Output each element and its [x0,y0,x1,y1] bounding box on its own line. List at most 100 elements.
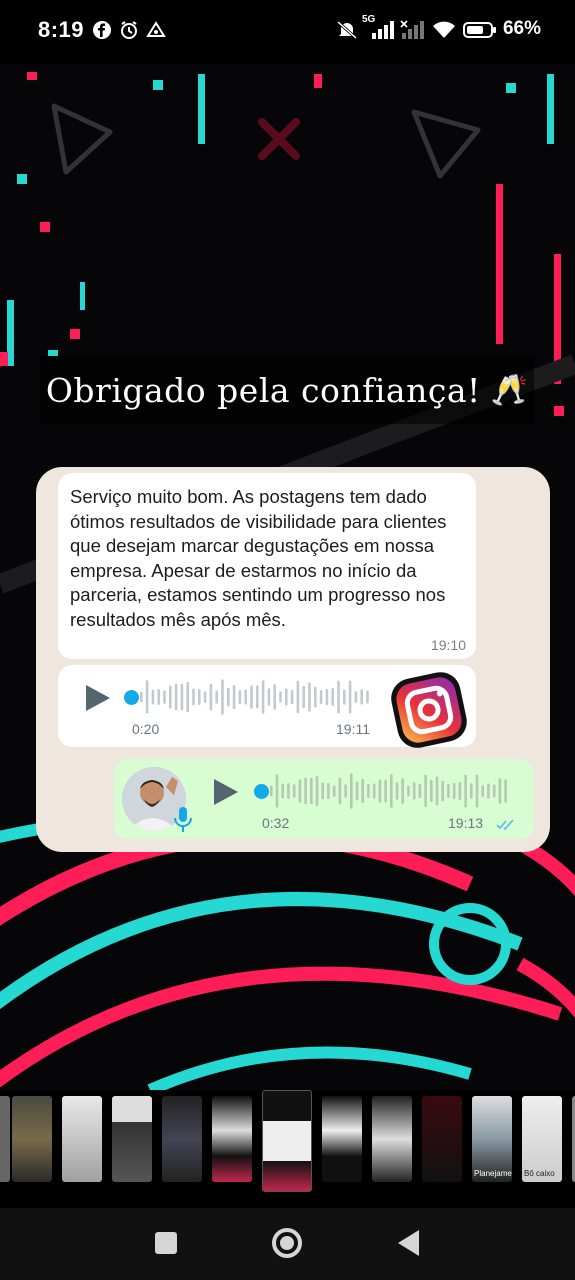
play-icon[interactable] [86,685,110,711]
waveform-bar [458,782,462,800]
waveform-bar [338,777,342,805]
waveform-bar [304,777,307,805]
incoming-message: Serviço muito bom. As postagens tem dado… [58,473,476,659]
waveform-bar [209,683,213,711]
story-thumbnail[interactable]: Planejamentos [472,1096,512,1182]
waveform-bar [412,782,416,800]
waveform-bar [232,684,236,710]
back-icon[interactable] [398,1230,419,1256]
waveform-bar [492,784,496,798]
status-time: 8:19 [38,17,85,42]
waveform-bar [361,778,364,804]
waveform-bar [487,783,490,799]
waveform-bar [332,785,336,797]
waveform-bar [504,779,507,803]
waveform-bar [238,690,242,704]
story-viewer[interactable]: Obrigado pela confiança! 🥂 Serviço muito… [0,64,575,1090]
waveform-bar [314,686,317,708]
story-thumbnail[interactable] [212,1096,252,1182]
waveform-bar [407,785,410,797]
waveform [270,773,507,809]
waveform-bar [298,779,302,803]
mic-icon [174,807,192,832]
waveform-bar [273,684,276,710]
battery-icon [463,22,496,38]
story-thumbnail[interactable] [322,1096,362,1182]
waveform-bar [279,691,282,703]
waveform-bar [418,783,422,799]
waveform-bar [441,780,444,802]
waveform-bar [267,688,271,706]
facebook-icon [93,21,111,39]
navigation-bar [0,1208,575,1280]
story-thumbnail[interactable] [422,1096,462,1182]
waveform-bar [395,782,399,800]
story-thumbnail[interactable] [0,1096,10,1182]
signal-2-icon [400,20,424,39]
waveform-bar [169,685,172,709]
champagne-icon: 🥂 [490,373,529,407]
waveform-bar [186,681,189,713]
waveform-bar [244,689,247,705]
waveform-bar [470,783,473,799]
play-icon[interactable] [214,779,238,805]
waveform-bar [384,779,387,803]
waveform-bar [174,683,178,711]
waveform-bar [145,680,149,714]
thumbnail-label: Planejamentos [474,1169,512,1178]
waveform-bar [198,689,201,705]
mute-icon [337,20,357,40]
story-thumbnail[interactable] [162,1096,202,1182]
waveform-bar [401,778,404,804]
waveform-bar [498,778,502,804]
waveform-bar [354,691,358,703]
waveform-bar [481,785,484,797]
waveform-bar [424,774,427,808]
story-thumbnail-active[interactable] [262,1090,312,1192]
status-bar: 8:19 5G 66% [0,0,575,64]
waveform-bar [367,784,370,798]
waveform-bar [287,783,290,799]
story-thumbnail[interactable] [372,1096,412,1182]
waveform-bar [337,680,340,714]
cloud-icon [146,21,166,37]
message-text: Serviço muito bom. As postagens tem dado… [70,486,447,630]
waveform-bar [310,777,313,805]
waveform [140,679,369,715]
waveform-bar [366,690,369,704]
home-icon[interactable] [272,1228,302,1258]
outgoing-audio[interactable]: 0:32 19:13 [114,759,534,839]
story-title: Obrigado pela confiança! 🥂 [40,356,534,424]
audio-duration: 0:32 [262,815,290,831]
waveform-bar [452,782,456,800]
waveform-bar [203,691,207,703]
waveform-bar [290,689,294,705]
chat-screenshot: Serviço muito bom. As postagens tem dado… [36,467,550,852]
audio-time: 19:11 [336,721,370,737]
story-thumbnail[interactable] [112,1096,152,1182]
wifi-icon [433,21,455,38]
waveform-bar [430,779,433,803]
waveform-bar [261,680,265,714]
story-thumbnail[interactable] [62,1096,102,1182]
message-time: 19:10 [430,637,466,653]
waveform-bar [390,774,393,808]
recents-icon[interactable] [155,1232,177,1254]
story-thumbnail[interactable] [12,1096,52,1182]
story-thumbnail[interactable]: Bô caixo [522,1096,562,1182]
waveform-bar [270,785,273,797]
waveform-bar [292,784,296,798]
waveform-bar [221,679,224,715]
waveform-bar [319,690,323,704]
waveform-bar [348,680,352,714]
story-thumbnail-strip[interactable]: Planejamentos Bô caixo [0,1090,575,1208]
waveform-bar [447,784,450,798]
waveform-bar [285,688,288,706]
waveform-bar [475,774,479,808]
waveform-bar [464,774,467,808]
title-text: Obrigado pela confiança! [45,370,481,410]
waveform-bar [281,783,284,799]
waveform-bar [378,779,382,803]
audio-progress-dot[interactable] [124,690,139,705]
audio-progress-dot[interactable] [254,784,269,799]
